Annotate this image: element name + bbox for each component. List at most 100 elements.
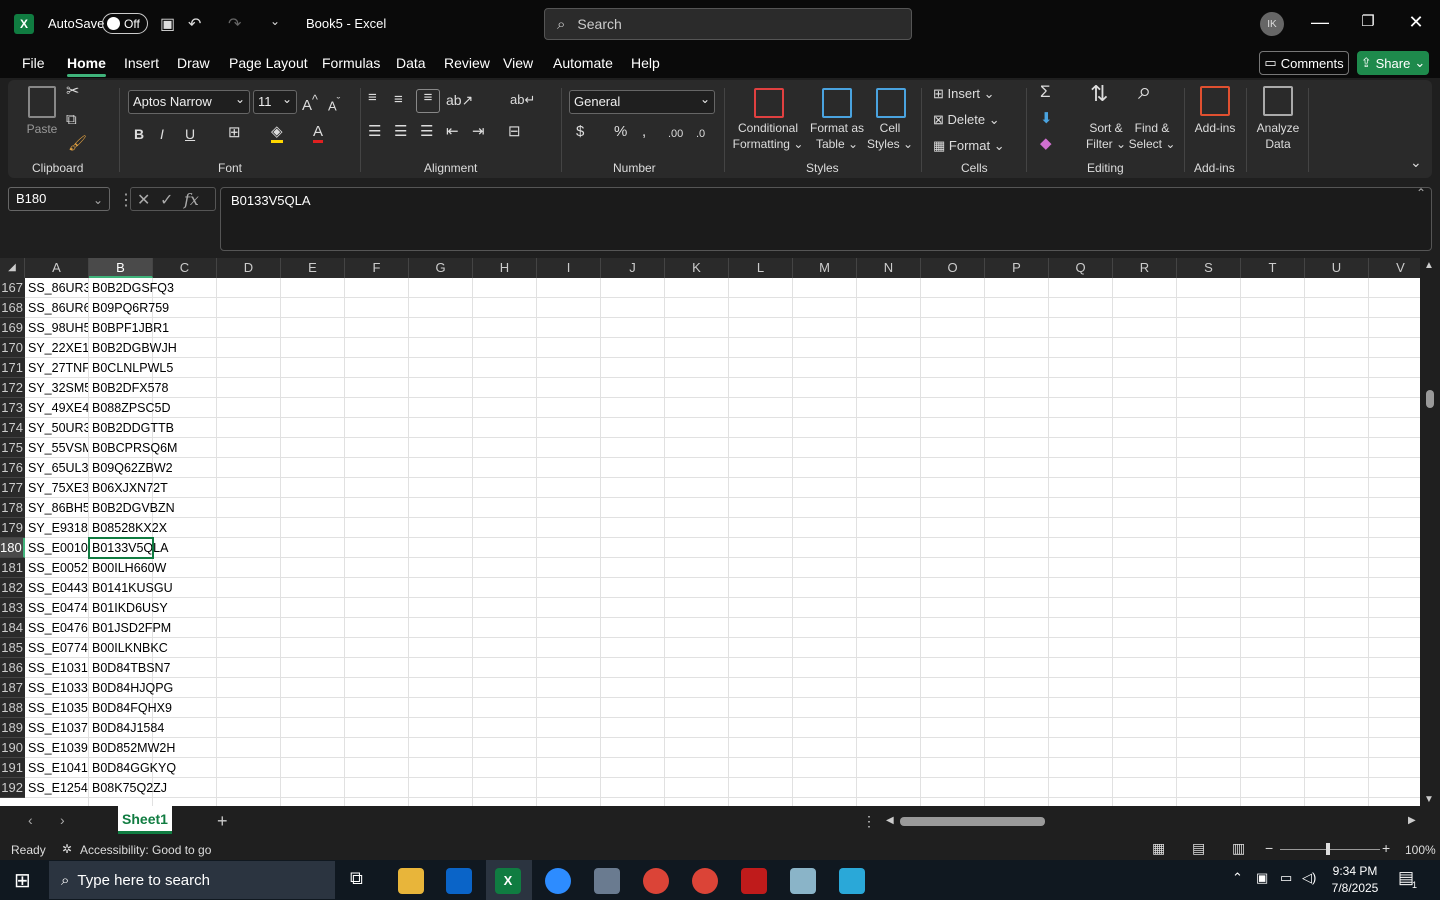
tab-automate[interactable]: Automate [553, 55, 613, 71]
cell-b[interactable]: B01JSD2FPM [89, 618, 217, 638]
wrap-text-icon[interactable]: ab↵ [510, 92, 535, 108]
cell-a[interactable]: SY_75XE3C [25, 478, 89, 498]
zoom-in-icon[interactable]: + [1382, 840, 1390, 856]
share-button[interactable]: ⇪ Share ⌄ [1357, 51, 1429, 75]
cell-b[interactable]: B06XJXN72T [89, 478, 217, 498]
add-sheet-icon[interactable]: + [217, 811, 228, 832]
align-middle-icon[interactable]: ≡ [394, 92, 403, 108]
percent-icon[interactable]: % [614, 124, 627, 140]
tab-data[interactable]: Data [396, 55, 426, 71]
cut-icon[interactable]: ✂ [66, 84, 79, 100]
cell-a[interactable]: SY_27TNF3 [25, 358, 89, 378]
tab-draw[interactable]: Draw [177, 55, 210, 71]
tab-split-handle-icon[interactable]: ⋮ [862, 813, 876, 830]
chevron-up-icon[interactable]: ⌃ [1232, 870, 1243, 886]
row-header[interactable]: 191 [0, 758, 25, 778]
align-right-icon[interactable]: ☰ [420, 124, 433, 140]
cell-b[interactable]: B09Q62ZBW2 [89, 458, 217, 478]
customize-qat-icon[interactable]: ⌄ [270, 14, 280, 28]
find-select-button[interactable]: Find & Select ⌄ [1128, 120, 1176, 152]
row-header[interactable]: 171 [0, 358, 25, 378]
cell-a[interactable]: SS_E10413 [25, 758, 89, 778]
prev-sheet-icon[interactable]: ‹ [28, 812, 33, 828]
column-header-f[interactable]: F [345, 258, 409, 278]
column-header-g[interactable]: G [409, 258, 473, 278]
chrome-profile-icon[interactable] [692, 868, 718, 894]
cell-a[interactable]: SY_55VSM [25, 438, 89, 458]
cell-a[interactable]: SS_E04766 [25, 618, 89, 638]
column-header-j[interactable]: J [601, 258, 665, 278]
tab-page-layout[interactable]: Page Layout [229, 55, 308, 71]
row-header[interactable]: 167 [0, 278, 25, 298]
row-header[interactable]: 184 [0, 618, 25, 638]
save-icon[interactable]: ▣ [160, 14, 175, 34]
column-header-v[interactable]: V [1369, 258, 1420, 278]
cell-styles-button[interactable]: Cell Styles ⌄ [866, 120, 914, 152]
column-header-e[interactable]: E [281, 258, 345, 278]
tab-insert[interactable]: Insert [124, 55, 159, 71]
autosum-icon[interactable]: Σ [1040, 83, 1051, 100]
cell-b[interactable]: B08K75Q2ZJ [89, 778, 217, 798]
name-box-chevron-icon[interactable]: ⌄ [93, 193, 103, 207]
bold-icon[interactable]: B [134, 126, 144, 142]
align-left-icon[interactable]: ☰ [368, 124, 381, 140]
cancel-icon[interactable]: ✕ [137, 190, 150, 210]
search-box[interactable]: ⌕ Search [544, 8, 912, 40]
row-header[interactable]: 188 [0, 698, 25, 718]
column-header-h[interactable]: H [473, 258, 537, 278]
cell-b[interactable]: B0133V5QLA [89, 538, 217, 558]
fill-icon[interactable]: ⬇ [1040, 111, 1053, 127]
filezilla-icon[interactable] [741, 868, 767, 894]
underline-icon[interactable]: U [185, 126, 195, 142]
analyze-data-button[interactable]: Analyze Data [1252, 120, 1304, 152]
row-header[interactable]: 187 [0, 678, 25, 698]
outlook-icon[interactable] [446, 868, 472, 894]
row-header[interactable]: 181 [0, 558, 25, 578]
currency-icon[interactable]: $ [576, 124, 584, 140]
column-header-l[interactable]: L [729, 258, 793, 278]
row-header[interactable]: 185 [0, 638, 25, 658]
row-header[interactable]: 182 [0, 578, 25, 598]
font-name-select[interactable]: Aptos Narrow [128, 88, 250, 114]
cell-a[interactable]: SY_86BH5I [25, 498, 89, 518]
column-header-n[interactable]: N [857, 258, 921, 278]
cell-a[interactable]: SS_E04745 [25, 598, 89, 618]
scroll-right-icon[interactable]: ▶ [1408, 815, 1416, 826]
cell-a[interactable]: SS_E00100 [25, 538, 89, 558]
row-header[interactable]: 175 [0, 438, 25, 458]
excel-taskbar-icon[interactable]: X [495, 868, 521, 894]
cell-a[interactable]: SY_65UL3J [25, 458, 89, 478]
decrease-decimal-icon[interactable]: .0 [696, 126, 705, 142]
formula-input[interactable]: B0133V5QLA [220, 187, 1432, 251]
cell-b[interactable]: B00ILKNBKC [89, 638, 217, 658]
increase-indent-icon[interactable]: ⇥ [472, 124, 485, 140]
sheet-tab-sheet1[interactable]: Sheet1 [118, 806, 172, 834]
column-header-a[interactable]: A [25, 258, 89, 278]
cell-a[interactable]: SS_E12549 [25, 778, 89, 798]
cell-b[interactable]: B0D84GGKYQ [89, 758, 217, 778]
cell-b[interactable]: B08528KX2X [89, 518, 217, 538]
insert-function-icon[interactable]: fx [184, 190, 199, 209]
align-center-icon[interactable]: ☰ [394, 124, 407, 140]
fill-color-icon[interactable]: ◈ [271, 124, 283, 143]
zoom-slider[interactable] [1280, 849, 1380, 850]
normal-view-icon[interactable]: ▦ [1152, 840, 1165, 857]
cell-b[interactable]: B0BPF1JBR1 [89, 318, 217, 338]
column-header-m[interactable]: M [793, 258, 857, 278]
windows-start-icon[interactable]: ⊞ [14, 868, 31, 893]
cell-b[interactable]: B09PQ6R759 [89, 298, 217, 318]
network-icon[interactable]: ▭ [1280, 870, 1292, 886]
cell-a[interactable]: SY_22XE1J [25, 338, 89, 358]
app-diamond-icon[interactable] [839, 868, 865, 894]
orientation-icon[interactable]: ab↗ [446, 92, 473, 108]
row-header[interactable]: 168 [0, 298, 25, 318]
avatar[interactable]: IK [1260, 12, 1284, 36]
collapse-ribbon-icon[interactable]: ⌄ [1410, 154, 1422, 170]
format-as-table-button[interactable]: Format as Table ⌄ [808, 120, 866, 152]
cell-b[interactable]: B088ZPSC5D [89, 398, 217, 418]
row-header[interactable]: 169 [0, 318, 25, 338]
calculator-icon[interactable] [594, 868, 620, 894]
file-explorer-icon[interactable] [398, 868, 424, 894]
font-color-icon[interactable]: A [313, 124, 324, 143]
maximize-icon[interactable]: ❐ [1356, 12, 1380, 30]
